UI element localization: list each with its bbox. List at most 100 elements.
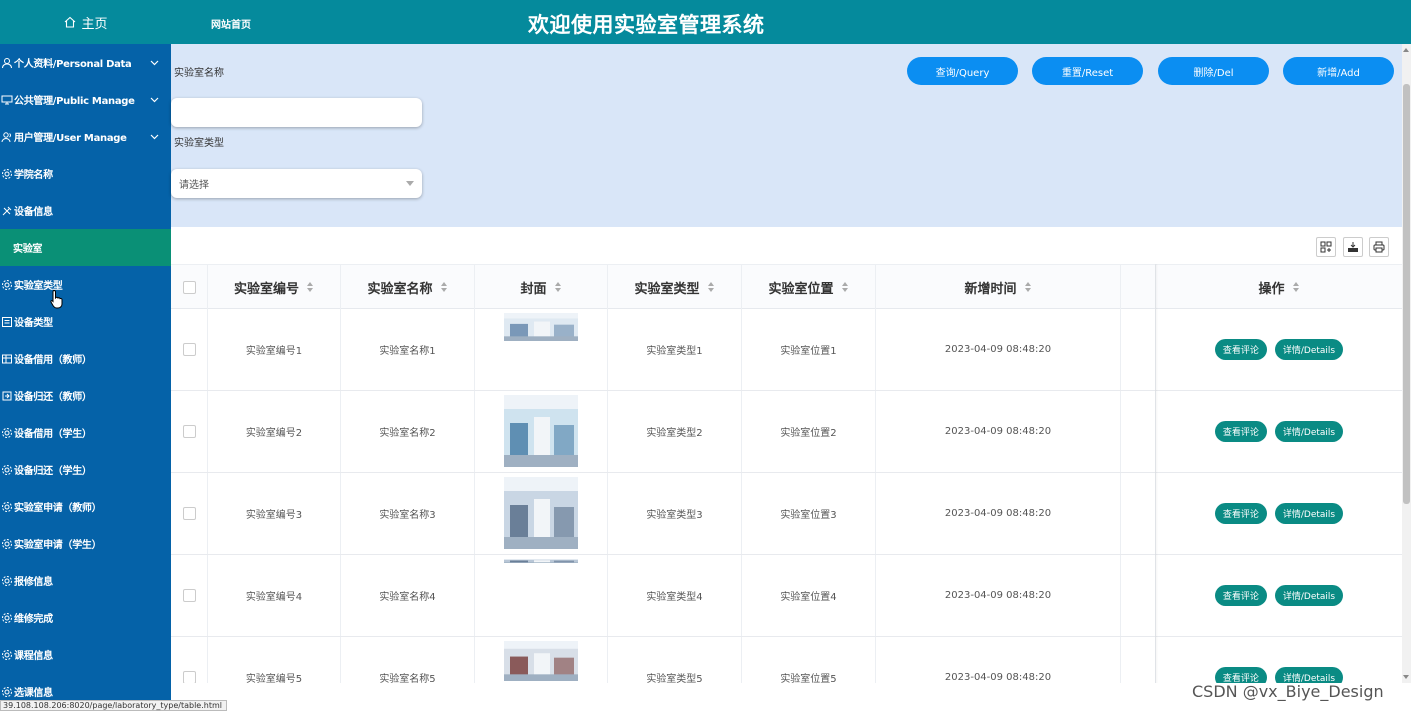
grid-icon	[2, 354, 12, 363]
col-header-cover[interactable]: 封面	[475, 265, 608, 309]
page-scrollbar[interactable]	[1402, 44, 1411, 683]
details-button[interactable]: 详情/Details	[1274, 421, 1344, 442]
sidebar-item[interactable]: 维修完成	[0, 599, 171, 636]
sidebar-item[interactable]: 设备借用（学生）	[0, 414, 171, 451]
query-button[interactable]: 查询/Query	[907, 57, 1018, 85]
sidebar-item[interactable]: 实验室申请（教师）	[0, 488, 171, 525]
sort-icon[interactable]	[707, 282, 715, 292]
sidebar-item[interactable]: 设备信息	[0, 192, 171, 229]
table-toolbar	[171, 227, 1402, 264]
cell-spacer	[1121, 473, 1156, 554]
sidebar-item[interactable]: 用户管理/User Manage	[0, 118, 171, 155]
sort-icon[interactable]	[841, 282, 849, 292]
data-table: 实验室编号 实验室名称 封面 实验室类型 实验室位置 新增时间 操作 实验室编号…	[171, 264, 1402, 683]
sidebar-item[interactable]: 设备归还（学生）	[0, 451, 171, 488]
sidebar-item[interactable]: 课程信息	[0, 636, 171, 673]
cell-time: 2023-04-09 08:48:20	[876, 309, 1121, 390]
sort-icon[interactable]	[1024, 282, 1032, 292]
col-header-name[interactable]: 实验室名称	[341, 265, 475, 309]
sidebar-item[interactable]: 设备借用（教师）	[0, 340, 171, 377]
mouse-pointer-icon	[50, 289, 63, 309]
view-comments-button[interactable]: 查看评论	[1214, 503, 1267, 524]
chevron-down-icon[interactable]	[150, 132, 159, 141]
sidebar-item[interactable]: 报修信息	[0, 562, 171, 599]
cell-name: 实验室名称4	[341, 555, 475, 636]
chevron-down-icon[interactable]	[150, 58, 159, 67]
sidebar-item[interactable]: 公共管理/Public Manage	[0, 81, 171, 118]
chevron-down-icon[interactable]	[150, 95, 159, 104]
sidebar-item[interactable]: 实验室类型	[0, 266, 171, 303]
sidebar-item[interactable]: 设备类型	[0, 303, 171, 340]
details-button[interactable]: 详情/Details	[1274, 585, 1344, 606]
row-checkbox[interactable]	[182, 589, 196, 602]
col-header-actions[interactable]: 操作	[1156, 265, 1402, 309]
view-comments-button[interactable]: 查看评论	[1214, 421, 1267, 442]
col-header-code[interactable]: 实验室编号	[208, 265, 341, 309]
return-icon	[2, 391, 12, 400]
cell-actions: 查看评论 详情/Details	[1156, 391, 1402, 472]
row-checkbox[interactable]	[182, 343, 196, 356]
sidebar-item[interactable]: 学院名称	[0, 155, 171, 192]
sort-icon[interactable]	[1292, 282, 1300, 292]
table-row[interactable]: 实验室编号2 实验室名称2 实验室类型2 实验室位置2 2023-04-09 08:48…	[171, 391, 1402, 473]
details-button[interactable]: 详情/Details	[1274, 503, 1344, 524]
sidebar-item[interactable]: 设备归还（教师）	[0, 377, 171, 414]
sidebar-item-label: 报修信息	[14, 577, 53, 588]
cell-name: 实验室名称5	[341, 637, 475, 683]
lab-cover-image	[504, 641, 578, 681]
details-button[interactable]: 详情/Details	[1274, 339, 1344, 360]
table-header: 实验室编号 实验室名称 封面 实验室类型 实验室位置 新增时间 操作	[171, 264, 1402, 309]
sidebar-home[interactable]: 主页	[0, 0, 171, 44]
gear-icon	[2, 279, 12, 290]
row-select-cell	[171, 391, 208, 472]
row-checkbox[interactable]	[182, 671, 196, 683]
select-all-cell	[171, 265, 208, 309]
table-row[interactable]: 实验室编号3 实验室名称3 实验室类型3 实验室位置3 2023-04-09 08:48…	[171, 473, 1402, 555]
gear-icon	[2, 538, 12, 549]
print-icon[interactable]	[1369, 237, 1389, 257]
reset-button[interactable]: 重置/Reset	[1032, 57, 1143, 85]
scroll-thumb[interactable]	[1403, 84, 1410, 504]
row-select-cell	[171, 473, 208, 554]
lab-cover-image	[504, 477, 578, 549]
cell-spacer	[1121, 391, 1156, 472]
row-checkbox[interactable]	[182, 425, 196, 438]
lab-name-input[interactable]	[171, 98, 422, 127]
delete-button[interactable]: 删除/Del	[1158, 57, 1269, 85]
col-header-location[interactable]: 实验室位置	[742, 265, 876, 309]
export-icon[interactable]	[1343, 237, 1363, 257]
gear-icon	[2, 464, 12, 475]
gear-icon	[2, 168, 12, 179]
lab-type-select[interactable]: 请选择	[171, 169, 422, 198]
details-button[interactable]: 详情/Details	[1274, 667, 1344, 683]
columns-icon[interactable]	[1316, 237, 1336, 257]
sort-icon[interactable]	[440, 282, 448, 292]
view-comments-button[interactable]: 查看评论	[1214, 667, 1267, 683]
sidebar-item[interactable]: 个人资料/Personal Data	[0, 44, 171, 81]
table-row[interactable]: 实验室编号1 实验室名称1 实验室类型1 实验室位置1 2023-04-09 08:48…	[171, 309, 1402, 391]
select-all-checkbox[interactable]	[182, 280, 196, 294]
sidebar-home-label: 主页	[81, 16, 108, 32]
scroll-down-icon[interactable]	[1403, 675, 1409, 679]
site-home-link[interactable]: 网站首页	[211, 16, 251, 31]
view-comments-button[interactable]: 查看评论	[1214, 339, 1267, 360]
add-button[interactable]: 新增/Add	[1283, 57, 1394, 85]
cell-actions: 查看评论 详情/Details	[1156, 555, 1402, 636]
sort-icon[interactable]	[554, 282, 562, 292]
col-time-label: 新增时间	[964, 281, 1017, 297]
table-row[interactable]: 实验室编号5 实验室名称5 实验室类型5 实验室位置5 2023-04-09 08:48…	[171, 637, 1402, 683]
cell-time: 2023-04-09 08:48:20	[876, 555, 1121, 636]
view-comments-button[interactable]: 查看评论	[1214, 585, 1267, 606]
sidebar-item-label: 设备类型	[14, 318, 53, 329]
sidebar-item[interactable]: 实验室	[0, 229, 171, 266]
sidebar-item[interactable]: 实验室申请（学生）	[0, 525, 171, 562]
cell-spacer	[1121, 309, 1156, 390]
col-header-time[interactable]: 新增时间	[876, 265, 1121, 309]
monitor-icon	[1, 95, 13, 104]
sort-icon[interactable]	[307, 282, 314, 292]
scroll-up-icon[interactable]	[1403, 48, 1409, 52]
col-header-type[interactable]: 实验室类型	[608, 265, 742, 309]
table-row[interactable]: 实验室编号4 实验室名称4 实验室类型4 实验室位置4 2023-04-09 08:48…	[171, 555, 1402, 637]
sidebar-item-label: 设备借用（学生）	[14, 429, 92, 440]
row-checkbox[interactable]	[182, 507, 196, 520]
